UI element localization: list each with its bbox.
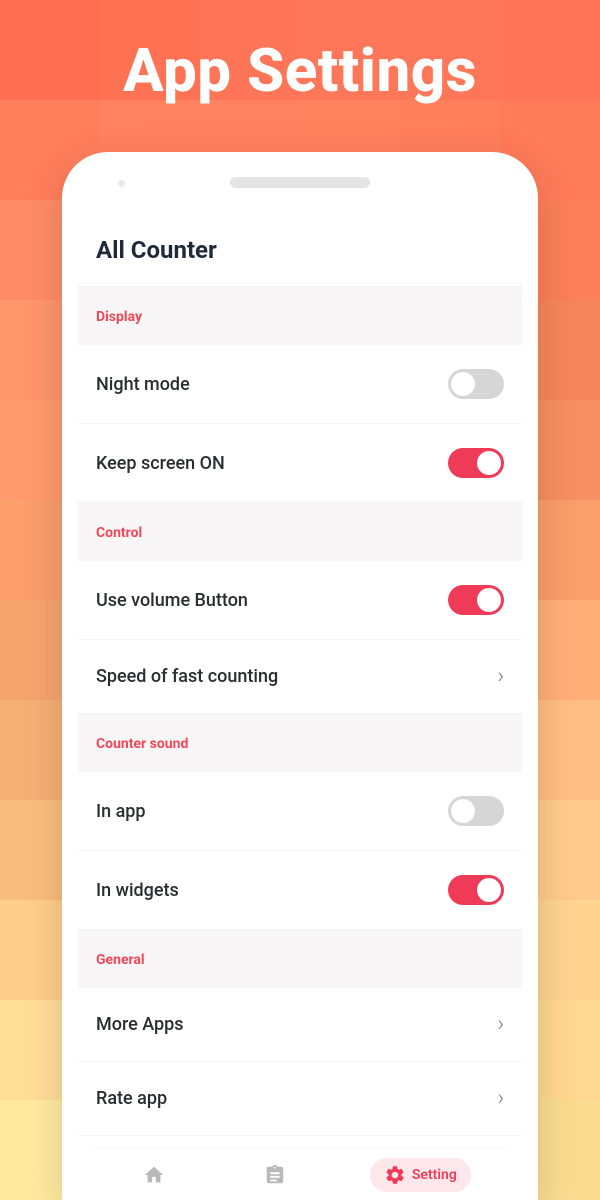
nav-label-setting: Setting [412, 1167, 457, 1183]
row-label: Use volume Button [96, 590, 248, 611]
nav-setting[interactable]: Setting [370, 1158, 471, 1192]
app-title: All Counter [96, 236, 504, 264]
row-label: Night mode [96, 374, 190, 395]
home-icon [143, 1164, 165, 1186]
toggle-use-volume-button[interactable] [448, 585, 504, 615]
toggle-night-mode[interactable] [448, 369, 504, 399]
row-in-widgets[interactable]: In widgets [78, 851, 522, 930]
section-header-control: Control [78, 503, 522, 561]
toggle-in-widgets[interactable] [448, 875, 504, 905]
nav-home[interactable] [129, 1158, 179, 1192]
nav-list[interactable] [250, 1158, 300, 1192]
gear-icon [384, 1164, 406, 1186]
settings-list: Display Night mode Keep screen ON Contro… [78, 287, 522, 1200]
bottom-nav: Setting [94, 1148, 506, 1200]
toggle-in-app[interactable] [448, 796, 504, 826]
section-header-display: Display [78, 287, 522, 345]
row-label: In widgets [96, 880, 179, 901]
app-header: All Counter [78, 212, 522, 287]
row-keep-screen-on[interactable]: Keep screen ON [78, 424, 522, 503]
app-screen: All Counter Display Night mode Keep scre… [78, 212, 522, 1200]
phone-camera [118, 180, 125, 187]
page-title: App Settings [0, 35, 600, 106]
row-label: Keep screen ON [96, 453, 225, 474]
row-night-mode[interactable]: Night mode [78, 345, 522, 424]
row-label: Speed of fast counting [96, 666, 278, 687]
row-label: More Apps [96, 1014, 184, 1035]
row-use-volume-button[interactable]: Use volume Button [78, 561, 522, 640]
row-label: In app [96, 801, 146, 822]
row-speed-fast-counting[interactable]: Speed of fast counting › [78, 640, 522, 714]
toggle-keep-screen-on[interactable] [448, 448, 504, 478]
row-label: Rate app [96, 1088, 167, 1109]
row-more-apps[interactable]: More Apps › [78, 988, 522, 1062]
chevron-right-icon: › [497, 1012, 504, 1037]
phone-speaker [230, 177, 370, 188]
section-header-general: General [78, 930, 522, 988]
row-rate-app[interactable]: Rate app › [78, 1062, 522, 1136]
phone-frame: All Counter Display Night mode Keep scre… [62, 152, 538, 1200]
chevron-right-icon: › [497, 1086, 504, 1111]
clipboard-icon [264, 1164, 286, 1186]
row-in-app[interactable]: In app [78, 772, 522, 851]
section-header-counter-sound: Counter sound [78, 714, 522, 772]
chevron-right-icon: › [497, 664, 504, 689]
